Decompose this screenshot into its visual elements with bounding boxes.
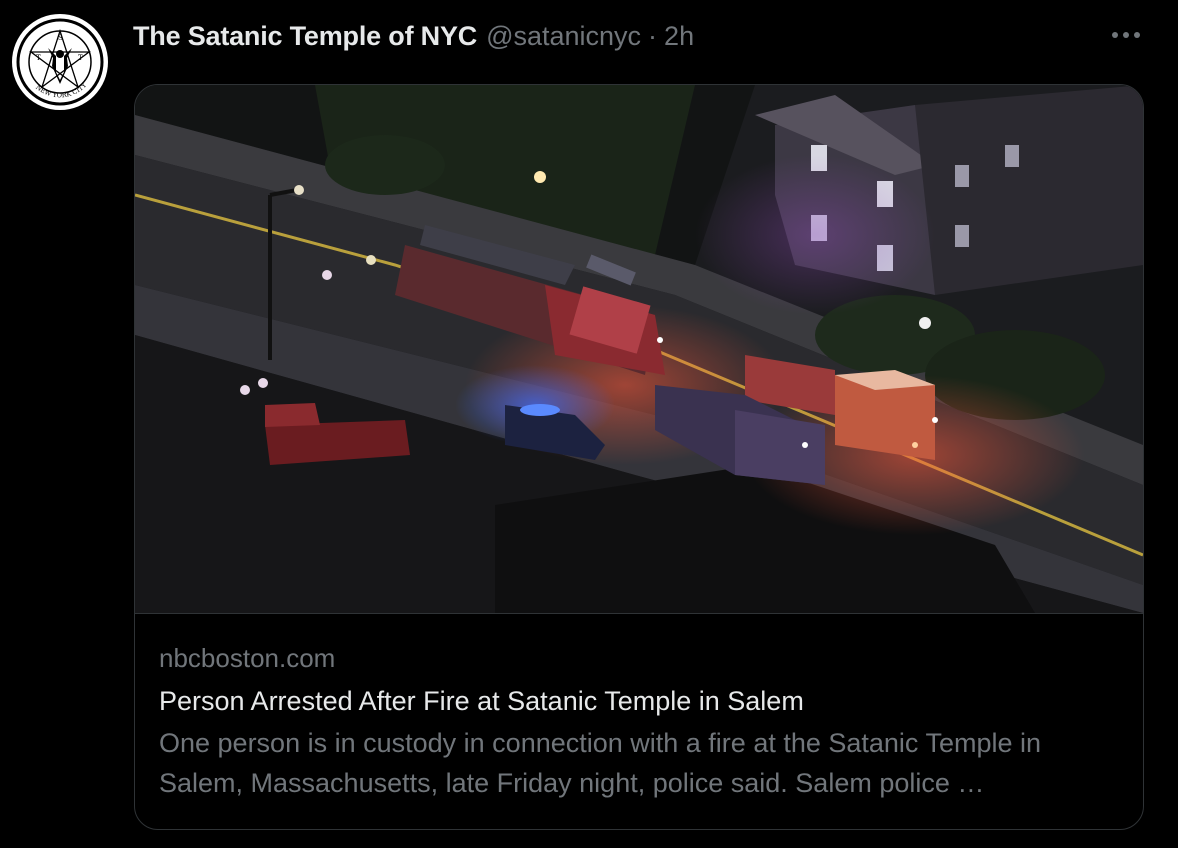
satanic-temple-nyc-logo-icon: S T T NEW YORK CITY (14, 16, 106, 108)
link-card-title: Person Arrested After Fire at Satanic Te… (159, 686, 804, 716)
tweet[interactable]: S T T NEW YORK CITY The Satanic Temple o… (0, 0, 1178, 848)
more-horizontal-icon (1112, 32, 1140, 38)
tweet-header: The Satanic Temple of NYC @satanicnyc · … (133, 16, 694, 56)
svg-text:T: T (78, 54, 83, 62)
link-card-body[interactable]: nbcboston.com Person Arrested After Fire… (159, 641, 1129, 803)
author-display-name[interactable]: The Satanic Temple of NYC (133, 21, 477, 52)
link-card-image[interactable] (135, 85, 1143, 614)
author-handle[interactable]: @satanicnyc (486, 21, 641, 52)
link-card-domain: nbcboston.com (159, 643, 336, 673)
tweet-timestamp[interactable]: 2h (664, 21, 694, 52)
more-options-button[interactable] (1104, 20, 1148, 50)
svg-text:S: S (58, 34, 63, 42)
link-card-description: One person is in custody in connection w… (159, 728, 1041, 798)
avatar[interactable]: S T T NEW YORK CITY (12, 14, 108, 110)
svg-text:T: T (36, 54, 41, 62)
header-separator: · (648, 20, 658, 51)
aerial-night-fire-trucks-photo (135, 85, 1143, 613)
link-card[interactable]: nbcboston.com Person Arrested After Fire… (134, 84, 1144, 830)
